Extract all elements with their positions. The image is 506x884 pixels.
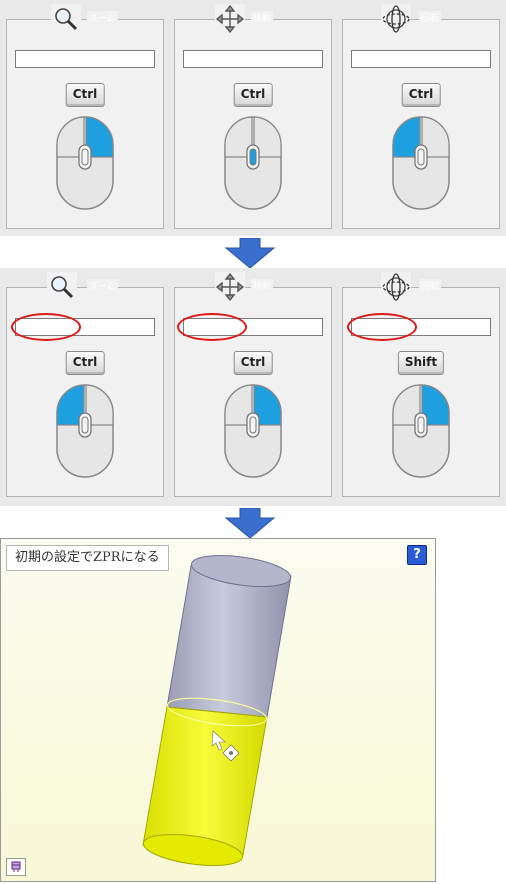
down-arrow-icon <box>222 507 278 542</box>
rotate-group: 回転 Ctrl <box>342 4 500 229</box>
rotate-group: 回転 Shift <box>342 272 500 497</box>
zoom-legend: ズーム <box>87 279 118 292</box>
rotate-legend: 回転 <box>419 279 442 292</box>
cylinder-model <box>142 554 292 867</box>
viewer-caption: 初期の設定でZPRになる <box>6 545 169 571</box>
pan-legend: 移動 <box>251 279 274 292</box>
pan-group: 移動 Ctrl <box>174 4 332 229</box>
rotate-key-field[interactable] <box>351 318 491 336</box>
wheel <box>417 416 425 434</box>
mouse-diagram <box>55 383 115 483</box>
ctrl-key[interactable]: Ctrl <box>233 351 273 375</box>
pan-key-field[interactable] <box>183 318 323 336</box>
mouse-diagram <box>391 115 451 215</box>
ctrl-key[interactable]: Ctrl <box>233 83 273 107</box>
mouse-diagram <box>391 383 451 483</box>
wheel <box>81 416 89 434</box>
mouse-diagram <box>55 115 115 215</box>
zoom-group: ズーム Ctrl <box>6 4 164 229</box>
wheel <box>417 148 425 166</box>
rotate-icon <box>381 272 411 302</box>
view-cube-icon[interactable] <box>6 858 26 876</box>
pan-group: 移動 Ctrl <box>174 272 332 497</box>
zoom-legend: ズーム <box>87 11 118 24</box>
wheel <box>249 148 257 166</box>
zoom-group: ズーム Ctrl <box>6 272 164 497</box>
zoom-key-field[interactable] <box>15 318 155 336</box>
settings-panel-after: ズーム Ctrl 移動 Ctrl 回転 Shift <box>0 268 506 506</box>
shift-key[interactable]: Shift <box>397 351 445 375</box>
zoom-icon <box>51 4 81 34</box>
pan-key-field[interactable] <box>183 50 323 68</box>
zoom-icon <box>47 272 77 302</box>
mouse-diagram <box>223 383 283 483</box>
ctrl-key[interactable]: Ctrl <box>401 83 441 107</box>
mouse-diagram <box>223 115 283 215</box>
down-arrow-icon <box>222 237 278 272</box>
help-icon[interactable]: ? <box>407 545 427 565</box>
ctrl-key[interactable]: Ctrl <box>65 83 105 107</box>
rotate-legend: 回転 <box>419 11 442 24</box>
rotate-key-field[interactable] <box>351 50 491 68</box>
ctrl-key[interactable]: Ctrl <box>65 351 105 375</box>
3d-viewport[interactable]: 初期の設定でZPRになる ? <box>0 538 436 882</box>
rotate-icon <box>381 4 411 34</box>
wheel <box>81 148 89 166</box>
zoom-key-field[interactable] <box>15 50 155 68</box>
pan-icon <box>215 4 245 34</box>
wheel <box>249 416 257 434</box>
settings-panel-before: ズーム Ctrl 移動 Ctrl 回転 Ctrl <box>0 0 506 236</box>
pan-icon <box>215 272 245 302</box>
pan-legend: 移動 <box>251 11 274 24</box>
